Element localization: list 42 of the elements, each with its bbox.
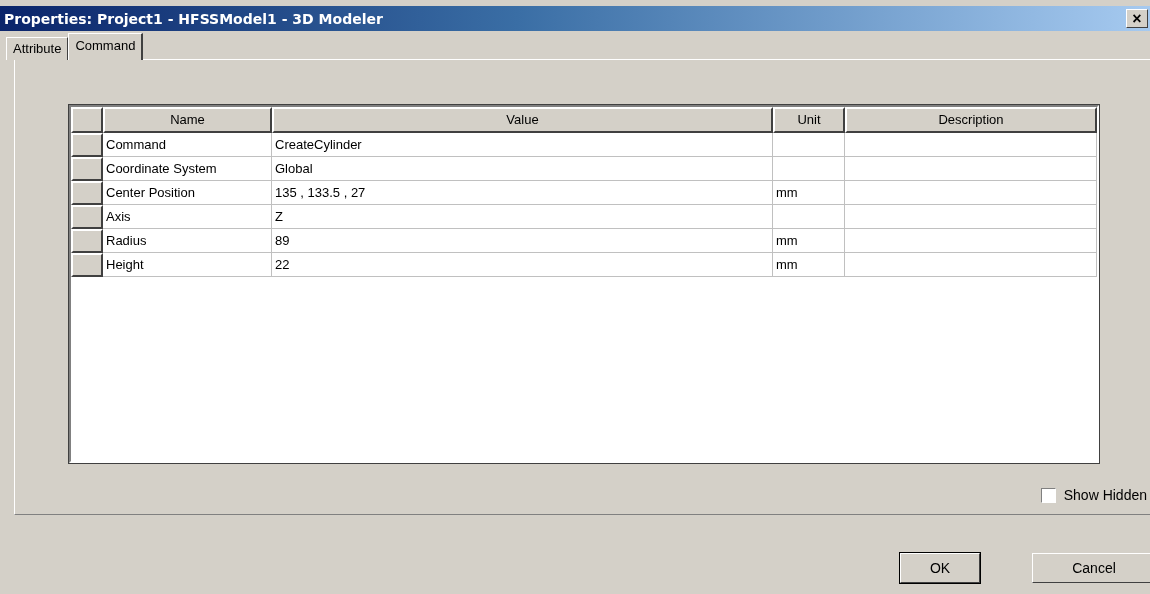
row-header[interactable]	[71, 253, 103, 277]
table-cell[interactable]: CreateCylinder	[272, 133, 773, 157]
table-cell[interactable]: 22	[272, 253, 773, 277]
table-cell[interactable]	[845, 253, 1097, 277]
table-cell[interactable]: Center Position	[103, 181, 272, 205]
column-header: Unit	[773, 107, 845, 133]
table-cell[interactable]	[773, 133, 845, 157]
table-cell[interactable]	[773, 205, 845, 229]
window-title: Properties: Project1 - HFSSModel1 - 3D Modeler	[4, 10, 383, 27]
row-header[interactable]	[71, 205, 103, 229]
table-cell[interactable]	[845, 157, 1097, 181]
column-header: Value	[272, 107, 773, 133]
table-cell[interactable]	[845, 181, 1097, 205]
row-header[interactable]	[71, 181, 103, 205]
table-cell[interactable]	[845, 205, 1097, 229]
dialog-button[interactable]: Cancel	[1032, 553, 1150, 583]
table-cell[interactable]: Axis	[103, 205, 272, 229]
table-cell[interactable]: 135 , 133.5 , 27	[272, 181, 773, 205]
table-cell[interactable]: mm	[773, 181, 845, 205]
table-cell[interactable]: Radius	[103, 229, 272, 253]
column-header: Description	[845, 107, 1097, 133]
table-cell[interactable]: mm	[773, 253, 845, 277]
checkbox-label: Show Hidden	[1063, 487, 1147, 503]
table-cell[interactable]: Coordinate System	[103, 157, 272, 181]
row-header[interactable]	[71, 157, 103, 181]
table-cell[interactable]	[845, 229, 1097, 253]
table-cell[interactable]: 89	[272, 229, 773, 253]
dialog-button[interactable]: OK	[900, 553, 980, 583]
table-cell[interactable]	[845, 133, 1097, 157]
checkbox[interactable]	[1040, 487, 1056, 503]
table-cell[interactable]: Global	[272, 157, 773, 181]
table-cell[interactable]: Height	[103, 253, 272, 277]
column-header: Name	[103, 107, 272, 133]
row-header[interactable]	[71, 229, 103, 253]
table-cell[interactable]: Command	[103, 133, 272, 157]
tab[interactable]: Attribute	[6, 37, 69, 60]
table-cell[interactable]	[773, 157, 845, 181]
tab[interactable]: Command	[68, 33, 144, 60]
close-button[interactable]: ×	[1126, 9, 1148, 28]
table-cell[interactable]: mm	[773, 229, 845, 253]
table-cell[interactable]: Z	[272, 205, 773, 229]
row-header[interactable]	[71, 133, 103, 157]
